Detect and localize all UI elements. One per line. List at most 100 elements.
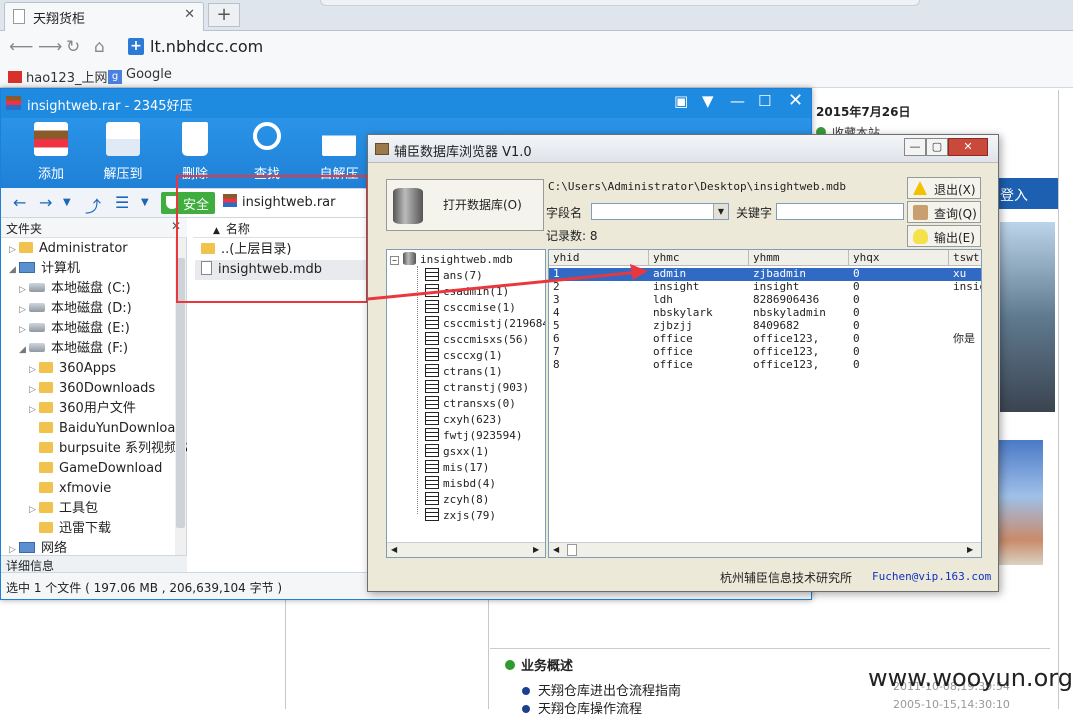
exit-button[interactable]: 退出(X)	[907, 177, 981, 199]
news-item[interactable]: 天翔仓库操作流程	[522, 698, 642, 717]
table-node[interactable]: csadmin(1)	[425, 284, 509, 300]
scroll-right-icon[interactable]: ▶	[967, 545, 973, 554]
menu-dropdown-icon[interactable]: ▼	[702, 92, 714, 110]
table-node[interactable]: csccmisxs(56)	[425, 332, 529, 348]
db-footer-email[interactable]: Fuchen@vip.163.com	[872, 570, 991, 583]
export-button[interactable]: 输出(E)	[907, 225, 981, 247]
table-row[interactable]: 2 insight insight 0 insig	[549, 281, 981, 294]
news-item[interactable]: 天翔仓库进出仓流程指南	[522, 680, 681, 699]
table-row[interactable]: 1 admin zjbadmin 0 xu	[549, 268, 981, 281]
details-panel-header[interactable]: 详细信息	[1, 555, 187, 573]
table-row[interactable]: 5 zjbzjj 8409682 0	[549, 320, 981, 333]
minimize-icon[interactable]: —	[730, 92, 745, 110]
table-icon	[425, 268, 439, 281]
table-node[interactable]: fwtj(923594)	[425, 428, 522, 444]
table-row[interactable]: 8 office office123, 0	[549, 359, 981, 372]
chevron-down-icon[interactable]: ▼	[713, 204, 728, 219]
tree-item[interactable]: ▷ 本地磁盘 (C:)	[1, 279, 131, 299]
back-arrow-icon[interactable]: ⟵	[9, 37, 33, 57]
scroll-left-icon[interactable]: ◀	[391, 545, 397, 554]
login-link[interactable]: 登入	[1000, 188, 1028, 204]
tree-item[interactable]: ▷ 360Downloads	[1, 379, 155, 399]
tree-item[interactable]: ▷ 360用户文件	[1, 399, 136, 419]
up-folder-icon[interactable]: ⤴	[85, 193, 101, 217]
view-dropdown-icon[interactable]: ▼	[141, 197, 149, 208]
tree-root[interactable]: − insightweb.mdb	[390, 252, 513, 266]
tree-item[interactable]: ▷ 工具包	[1, 499, 98, 519]
close-tab-icon[interactable]: ✕	[184, 7, 195, 22]
tree-item[interactable]: ◢ 本地磁盘 (F:)	[1, 339, 128, 359]
extract-button[interactable]: 解压到	[93, 118, 153, 188]
bookmark-hao123[interactable]: hao123_上网	[8, 67, 107, 86]
keyword-input[interactable]	[776, 203, 904, 220]
folder-icon	[39, 422, 53, 433]
table-node[interactable]: csccmise(1)	[425, 300, 516, 316]
table-cell: 0	[853, 333, 860, 345]
tree-item[interactable]: ▷ 本地磁盘 (D:)	[1, 299, 132, 319]
query-button[interactable]: 查询(Q)	[907, 201, 981, 223]
scroll-thumb[interactable]	[567, 544, 577, 556]
open-database-button[interactable]: 打开数据库(O)	[386, 179, 544, 231]
browser-tab[interactable]: 天翔货柜 ✕	[4, 2, 204, 31]
history-dropdown-icon[interactable]: ▼	[63, 197, 71, 208]
table-node[interactable]: cxyh(623)	[425, 412, 503, 428]
tree-item[interactable]: burpsuite 系列视频教	[1, 439, 190, 459]
horizontal-scrollbar[interactable]: ◀ ▶	[549, 542, 981, 557]
table-row[interactable]: 4 nbskylark nbskyladmin 0	[549, 307, 981, 320]
table-row[interactable]: 3 ldh 8286906436 0	[549, 294, 981, 307]
field-select[interactable]: ▼	[591, 203, 729, 220]
table-node[interactable]: ans(7)	[425, 268, 483, 284]
table-node[interactable]: misbd(4)	[425, 476, 496, 492]
table-row[interactable]: 6 office office123, 0 你是	[549, 333, 981, 346]
table-node[interactable]: gsxx(1)	[425, 444, 489, 460]
column-header[interactable]: tswt	[949, 250, 981, 266]
add-button[interactable]: 添加	[21, 118, 81, 188]
forward-arrow-icon[interactable]: →	[39, 193, 52, 212]
table-cell: office	[653, 359, 693, 371]
maximize-icon[interactable]: ▢	[926, 138, 948, 156]
table-node[interactable]: csccmistj(2196840)	[425, 316, 545, 332]
forward-arrow-icon[interactable]: ⟶	[38, 37, 62, 57]
tree-item[interactable]: ▷ Administrator	[1, 239, 128, 259]
bookmark-google[interactable]: g Google	[108, 67, 172, 84]
close-icon[interactable]: ✕	[948, 138, 988, 156]
column-header[interactable]: yhmm	[749, 250, 849, 266]
view-list-icon[interactable]: ☰	[115, 193, 129, 212]
tree-item[interactable]: GameDownload	[1, 459, 162, 479]
tree-label: 360用户文件	[59, 401, 136, 416]
column-header[interactable]: yhmc	[649, 250, 749, 266]
chevron-right-icon: ▷	[29, 365, 36, 375]
address-bar[interactable]: + lt.nbhdcc.com	[124, 35, 1044, 59]
collapse-icon[interactable]: −	[390, 256, 399, 265]
column-header[interactable]: yhqx	[849, 250, 949, 266]
table-cell: 0	[853, 359, 860, 371]
tree-item[interactable]: 迅雷下载	[1, 519, 111, 539]
maximize-icon[interactable]: ☐	[758, 92, 771, 110]
table-node[interactable]: mis(17)	[425, 460, 489, 476]
tree-item[interactable]: ▷ 本地磁盘 (E:)	[1, 319, 130, 339]
scroll-left-icon[interactable]: ◀	[553, 545, 559, 554]
home-icon[interactable]: ⌂	[94, 37, 105, 57]
tree-item[interactable]: ◢ 计算机	[1, 259, 80, 279]
table-node[interactable]: ctranstj(903)	[425, 380, 529, 396]
back-arrow-icon[interactable]: ←	[13, 193, 26, 212]
close-icon[interactable]: ✕	[788, 90, 803, 111]
feedback-icon[interactable]: ▣	[674, 92, 688, 110]
minimize-icon[interactable]: —	[904, 138, 926, 156]
tree-item[interactable]: BaiduYunDownload	[1, 419, 184, 439]
table-node[interactable]: zxjs(79)	[425, 508, 496, 524]
table-icon	[425, 492, 439, 505]
table-node[interactable]: csccxg(1)	[425, 348, 503, 364]
table-row[interactable]: 7 office office123, 0	[549, 346, 981, 359]
horizontal-scrollbar[interactable]: ◀ ▶	[387, 542, 545, 557]
scroll-right-icon[interactable]: ▶	[533, 545, 539, 554]
tree-item[interactable]: ▷ 360Apps	[1, 359, 116, 379]
tree-label: 360Downloads	[59, 381, 156, 396]
table-node[interactable]: ctrans(1)	[425, 364, 503, 380]
tree-item[interactable]: xfmovie	[1, 479, 111, 499]
table-node[interactable]: ctransxs(0)	[425, 396, 516, 412]
refresh-icon[interactable]: ↻	[66, 37, 80, 57]
table-node[interactable]: zcyh(8)	[425, 492, 489, 508]
new-tab-button[interactable]: +	[208, 3, 240, 27]
column-header[interactable]: yhid	[549, 250, 649, 266]
